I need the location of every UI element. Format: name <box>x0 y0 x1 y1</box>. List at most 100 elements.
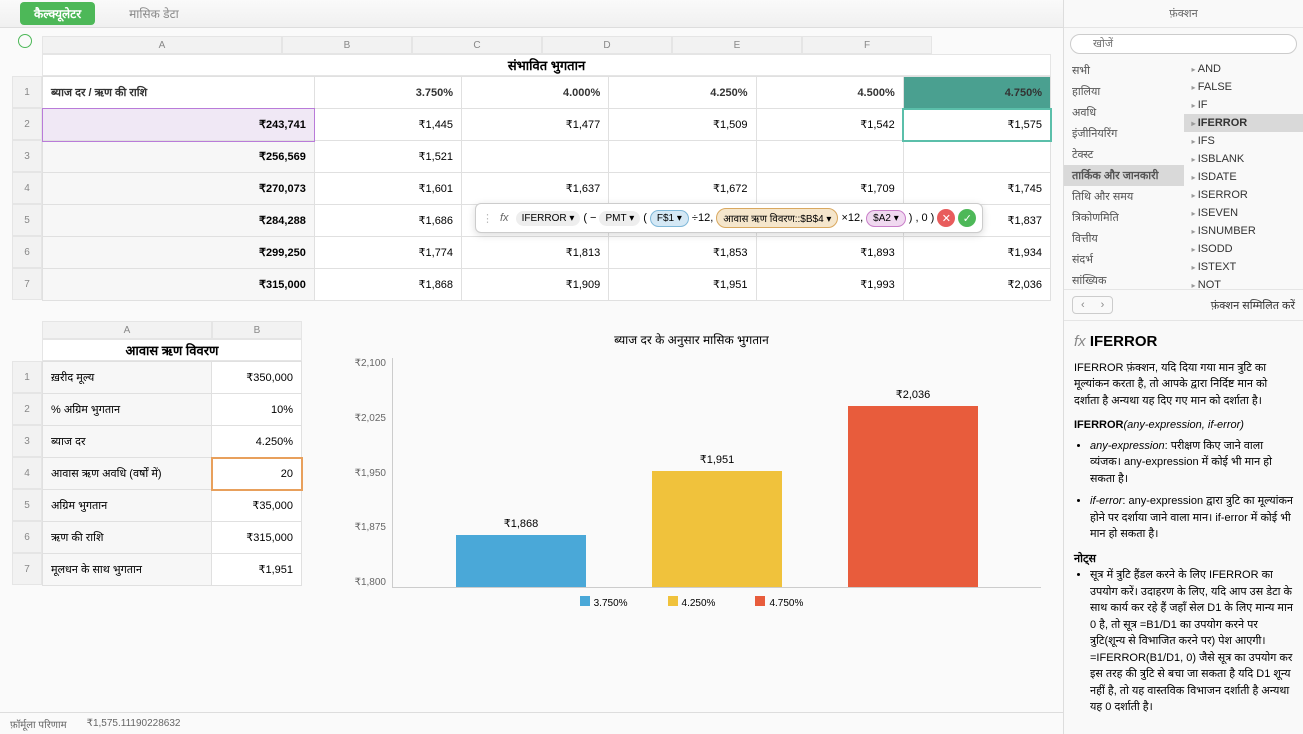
header-cell[interactable]: 4.750% <box>903 77 1050 109</box>
category-item[interactable]: तिथि और समय <box>1064 186 1184 207</box>
cell[interactable]: 4.250% <box>212 426 302 458</box>
help-nav[interactable]: ‹› <box>1072 296 1113 314</box>
table-handle[interactable] <box>18 34 32 48</box>
cell[interactable]: ₹1,774 <box>314 237 461 269</box>
cell[interactable]: ऋण की राशि <box>43 522 212 554</box>
nav-back-icon[interactable]: ‹ <box>1073 297 1093 313</box>
cell[interactable]: ख़रीद मूल्य <box>43 362 212 394</box>
cell[interactable]: ₹256,569 <box>43 141 315 173</box>
header-cell[interactable]: 4.000% <box>462 77 609 109</box>
category-item[interactable]: तार्किक और जानकारी <box>1064 165 1184 186</box>
col-header[interactable]: A <box>42 36 282 54</box>
col-header[interactable]: F <box>802 36 932 54</box>
cell[interactable] <box>903 141 1050 173</box>
cell[interactable]: ₹1,909 <box>462 269 609 301</box>
category-item[interactable]: हालिया <box>1064 81 1184 102</box>
formula-accept-button[interactable]: ✓ <box>958 209 976 227</box>
category-item[interactable]: अवधि <box>1064 102 1184 123</box>
col-header[interactable]: B <box>282 36 412 54</box>
cell[interactable]: ₹1,477 <box>462 109 609 141</box>
function-item[interactable]: IFS <box>1184 132 1303 150</box>
cell[interactable]: % अग्रिम भुगतान <box>43 394 212 426</box>
category-item[interactable]: वित्तीय <box>1064 228 1184 249</box>
cell[interactable]: ₹1,445 <box>314 109 461 141</box>
cell[interactable]: ब्याज दर <box>43 426 212 458</box>
insert-function-button[interactable]: फ़ंक्शन सम्मिलित करें <box>1211 298 1295 313</box>
cell[interactable]: ₹1,601 <box>314 173 461 205</box>
cell[interactable]: ₹1,575 <box>903 109 1050 141</box>
chart-bar[interactable]: ₹1,951 <box>652 471 782 587</box>
cell[interactable]: 20 <box>212 458 302 490</box>
cell[interactable]: ₹1,868 <box>314 269 461 301</box>
token-ref-b4[interactable]: आवास ऋण विवरण::$B$4 ▾ <box>716 208 838 228</box>
cell[interactable]: ₹1,709 <box>756 173 903 205</box>
token-iferror[interactable]: IFERROR ▾ <box>516 211 581 226</box>
function-item[interactable]: ISTEXT <box>1184 258 1303 276</box>
formula-editor[interactable]: ⋮ fx IFERROR ▾ ( − PMT ▾ ( F$1 ▾ ÷12, आव… <box>475 203 983 233</box>
cell[interactable]: ₹1,672 <box>609 173 756 205</box>
header-cell[interactable]: ब्याज दर / ऋण की राशि <box>43 77 315 109</box>
function-item[interactable]: NOT <box>1184 276 1303 290</box>
category-item[interactable]: त्रिकोणमिति <box>1064 207 1184 228</box>
cell[interactable]: ₹315,000 <box>43 269 315 301</box>
token-ref-a2[interactable]: $A2 ▾ <box>866 210 906 227</box>
cell[interactable]: ₹1,893 <box>756 237 903 269</box>
category-item[interactable]: टेक्स्ट <box>1064 144 1184 165</box>
chart-bar[interactable]: ₹1,868 <box>456 535 586 587</box>
cell[interactable]: ₹243,741 <box>43 109 315 141</box>
tab-calculator[interactable]: कैल्क्यूलेटर <box>20 2 95 25</box>
cell[interactable]: ₹1,509 <box>609 109 756 141</box>
function-item[interactable]: ISERROR <box>1184 186 1303 204</box>
function-search-input[interactable] <box>1070 34 1297 54</box>
token-ref-f1[interactable]: F$1 ▾ <box>650 210 689 227</box>
cell[interactable]: अग्रिम भुगतान <box>43 490 212 522</box>
col-header[interactable]: E <box>672 36 802 54</box>
spreadsheet-canvas[interactable]: ABCDEF संभावित भुगतान 1234567 ब्याज दर /… <box>0 28 1063 712</box>
cell[interactable]: ₹1,542 <box>756 109 903 141</box>
grip-icon[interactable]: ⋮ <box>482 212 493 225</box>
function-item[interactable]: FALSE <box>1184 78 1303 96</box>
cell[interactable]: मूलधन के साथ भुगतान <box>43 554 212 586</box>
header-cell[interactable]: 4.500% <box>756 77 903 109</box>
cell[interactable]: ₹35,000 <box>212 490 302 522</box>
function-item[interactable]: IFERROR <box>1184 114 1303 132</box>
category-item[interactable]: इंजीनियरिंग <box>1064 123 1184 144</box>
cell[interactable]: ₹1,934 <box>903 237 1050 269</box>
cell[interactable]: ₹284,288 <box>43 205 315 237</box>
cell[interactable]: ₹2,036 <box>903 269 1050 301</box>
col-header[interactable]: C <box>412 36 542 54</box>
cell[interactable]: आवास ऋण अवधि (वर्षों में) <box>43 458 212 490</box>
category-item[interactable]: सभी <box>1064 60 1184 81</box>
cell[interactable] <box>756 141 903 173</box>
function-item[interactable]: ISNUMBER <box>1184 222 1303 240</box>
function-item[interactable]: AND <box>1184 60 1303 78</box>
cell[interactable]: ₹1,951 <box>212 554 302 586</box>
function-item[interactable]: IF <box>1184 96 1303 114</box>
cell[interactable]: ₹1,521 <box>314 141 461 173</box>
formula-cancel-button[interactable]: ✕ <box>937 209 955 227</box>
cell[interactable]: 10% <box>212 394 302 426</box>
cell[interactable]: ₹350,000 <box>212 362 302 394</box>
cell[interactable] <box>609 141 756 173</box>
cell[interactable]: ₹1,745 <box>903 173 1050 205</box>
cell[interactable]: ₹270,073 <box>43 173 315 205</box>
nav-fwd-icon[interactable]: › <box>1093 297 1113 313</box>
cell[interactable]: ₹1,951 <box>609 269 756 301</box>
function-item[interactable]: ISBLANK <box>1184 150 1303 168</box>
cell[interactable]: ₹1,813 <box>462 237 609 269</box>
cell[interactable]: ₹299,250 <box>43 237 315 269</box>
bar-chart[interactable]: ब्याज दर के अनुसार मासिक भुगतान ₹2,100₹2… <box>332 321 1051 619</box>
tab-monthly[interactable]: मासिक डेटा <box>115 2 193 25</box>
category-item[interactable]: संदर्भ <box>1064 249 1184 270</box>
chart-bar[interactable]: ₹2,036 <box>848 406 978 587</box>
cell[interactable]: ₹1,637 <box>462 173 609 205</box>
function-item[interactable]: ISEVEN <box>1184 204 1303 222</box>
cell[interactable] <box>462 141 609 173</box>
cell[interactable]: ₹315,000 <box>212 522 302 554</box>
header-cell[interactable]: 3.750% <box>314 77 461 109</box>
cell[interactable]: ₹1,686 <box>314 205 461 237</box>
token-pmt[interactable]: PMT ▾ <box>599 211 640 226</box>
function-item[interactable]: ISDATE <box>1184 168 1303 186</box>
function-item[interactable]: ISODD <box>1184 240 1303 258</box>
header-cell[interactable]: 4.250% <box>609 77 756 109</box>
